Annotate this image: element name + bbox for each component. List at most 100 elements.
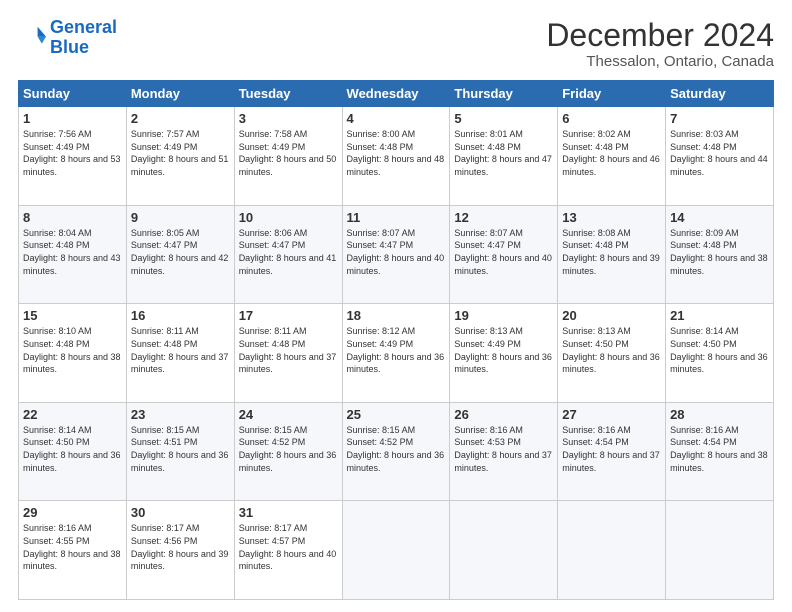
day-cell-13: 13Sunrise: 8:08 AMSunset: 4:48 PMDayligh… [558, 205, 666, 304]
header-wednesday: Wednesday [342, 81, 450, 107]
day-number: 9 [131, 210, 230, 225]
month-title: December 2024 [546, 18, 774, 53]
day-info: Sunrise: 8:15 AMSunset: 4:52 PMDaylight:… [347, 424, 446, 474]
calendar-week-row: 15Sunrise: 8:10 AMSunset: 4:48 PMDayligh… [19, 304, 774, 403]
day-info: Sunrise: 8:16 AMSunset: 4:54 PMDaylight:… [562, 424, 661, 474]
day-cell-8: 8Sunrise: 8:04 AMSunset: 4:48 PMDaylight… [19, 205, 127, 304]
day-number: 7 [670, 111, 769, 126]
day-number: 22 [23, 407, 122, 422]
day-info: Sunrise: 8:01 AMSunset: 4:48 PMDaylight:… [454, 128, 553, 178]
day-info: Sunrise: 8:12 AMSunset: 4:49 PMDaylight:… [347, 325, 446, 375]
day-info: Sunrise: 8:16 AMSunset: 4:55 PMDaylight:… [23, 522, 122, 572]
day-info: Sunrise: 8:04 AMSunset: 4:48 PMDaylight:… [23, 227, 122, 277]
header-thursday: Thursday [450, 81, 558, 107]
day-cell-29: 29 Sunrise: 8:16 AMSunset: 4:55 PMDayligh… [19, 501, 127, 600]
day-number: 24 [239, 407, 338, 422]
day-cell-5: 5 Sunrise: 8:01 AMSunset: 4:48 PMDaylight… [450, 107, 558, 206]
day-cell-19: 19 Sunrise: 8:13 AMSunset: 4:49 PMDayligh… [450, 304, 558, 403]
day-cell-24: 24Sunrise: 8:15 AMSunset: 4:52 PMDayligh… [234, 402, 342, 501]
calendar-week-row: 22 Sunrise: 8:14 AMSunset: 4:50 PMDayligh… [19, 402, 774, 501]
calendar-week-row: 1 Sunrise: 7:56 AMSunset: 4:49 PMDaylight… [19, 107, 774, 206]
day-info: Sunrise: 8:16 AMSunset: 4:53 PMDaylight:… [454, 424, 553, 474]
header-tuesday: Tuesday [234, 81, 342, 107]
day-cell-26: 26 Sunrise: 8:16 AMSunset: 4:53 PMDayligh… [450, 402, 558, 501]
logo-icon [18, 24, 46, 52]
location-subtitle: Thessalon, Ontario, Canada [546, 53, 774, 70]
logo-line1: General [50, 17, 117, 37]
header-monday: Monday [126, 81, 234, 107]
day-info: Sunrise: 8:03 AMSunset: 4:48 PMDaylight:… [670, 128, 769, 178]
day-number: 11 [347, 210, 446, 225]
day-cell-22: 22 Sunrise: 8:14 AMSunset: 4:50 PMDayligh… [19, 402, 127, 501]
header-sunday: Sunday [19, 81, 127, 107]
day-info: Sunrise: 8:14 AMSunset: 4:50 PMDaylight:… [670, 325, 769, 375]
day-cell-3: 3 Sunrise: 7:58 AMSunset: 4:49 PMDaylight… [234, 107, 342, 206]
calendar-week-row: 8Sunrise: 8:04 AMSunset: 4:48 PMDaylight… [19, 205, 774, 304]
day-number: 5 [454, 111, 553, 126]
day-number: 3 [239, 111, 338, 126]
day-cell-28: 28 Sunrise: 8:16 AMSunset: 4:54 PMDayligh… [666, 402, 774, 501]
day-info: Sunrise: 8:15 AMSunset: 4:51 PMDaylight:… [131, 424, 230, 474]
day-cell-14: 14 Sunrise: 8:09 AMSunset: 4:48 PMDayligh… [666, 205, 774, 304]
day-info: Sunrise: 8:11 AMSunset: 4:48 PMDaylight:… [131, 325, 230, 375]
day-cell-20: 20Sunrise: 8:13 AMSunset: 4:50 PMDayligh… [558, 304, 666, 403]
weekday-header-row: Sunday Monday Tuesday Wednesday Thursday… [19, 81, 774, 107]
day-info: Sunrise: 8:02 AMSunset: 4:48 PMDaylight:… [562, 128, 661, 178]
day-number: 26 [454, 407, 553, 422]
empty-cell [450, 501, 558, 600]
day-info: Sunrise: 8:06 AMSunset: 4:47 PMDaylight:… [239, 227, 338, 277]
day-cell-9: 9 Sunrise: 8:05 AMSunset: 4:47 PMDaylight… [126, 205, 234, 304]
day-info: Sunrise: 7:57 AMSunset: 4:49 PMDaylight:… [131, 128, 230, 178]
logo: General Blue [18, 18, 117, 58]
empty-cell [666, 501, 774, 600]
day-info: Sunrise: 7:58 AMSunset: 4:49 PMDaylight:… [239, 128, 338, 178]
day-number: 17 [239, 308, 338, 323]
day-cell-11: 11 Sunrise: 8:07 AMSunset: 4:47 PMDayligh… [342, 205, 450, 304]
day-number: 12 [454, 210, 553, 225]
day-cell-31: 31 Sunrise: 8:17 AMSunset: 4:57 PMDayligh… [234, 501, 342, 600]
calendar-table: Sunday Monday Tuesday Wednesday Thursday… [18, 80, 774, 600]
day-info: Sunrise: 8:13 AMSunset: 4:49 PMDaylight:… [454, 325, 553, 375]
day-cell-6: 6Sunrise: 8:02 AMSunset: 4:48 PMDaylight… [558, 107, 666, 206]
day-number: 19 [454, 308, 553, 323]
day-number: 1 [23, 111, 122, 126]
day-info: Sunrise: 8:05 AMSunset: 4:47 PMDaylight:… [131, 227, 230, 277]
header: General Blue December 2024 Thessalon, On… [18, 18, 774, 70]
day-info: Sunrise: 8:11 AMSunset: 4:48 PMDaylight:… [239, 325, 338, 375]
day-cell-10: 10 Sunrise: 8:06 AMSunset: 4:47 PMDayligh… [234, 205, 342, 304]
day-number: 4 [347, 111, 446, 126]
day-cell-7: 7 Sunrise: 8:03 AMSunset: 4:48 PMDaylight… [666, 107, 774, 206]
day-info: Sunrise: 8:00 AMSunset: 4:48 PMDaylight:… [347, 128, 446, 178]
day-number: 29 [23, 505, 122, 520]
day-number: 10 [239, 210, 338, 225]
day-number: 28 [670, 407, 769, 422]
logo-line2: Blue [50, 37, 89, 57]
day-cell-1: 1 Sunrise: 7:56 AMSunset: 4:49 PMDaylight… [19, 107, 127, 206]
day-info: Sunrise: 8:08 AMSunset: 4:48 PMDaylight:… [562, 227, 661, 277]
day-number: 30 [131, 505, 230, 520]
day-info: Sunrise: 8:07 AMSunset: 4:47 PMDaylight:… [347, 227, 446, 277]
day-info: Sunrise: 8:17 AMSunset: 4:57 PMDaylight:… [239, 522, 338, 572]
day-cell-4: 4 Sunrise: 8:00 AMSunset: 4:48 PMDaylight… [342, 107, 450, 206]
day-number: 21 [670, 308, 769, 323]
day-number: 25 [347, 407, 446, 422]
empty-cell [342, 501, 450, 600]
day-info: Sunrise: 7:56 AMSunset: 4:49 PMDaylight:… [23, 128, 122, 178]
page: General Blue December 2024 Thessalon, On… [0, 0, 792, 612]
day-number: 18 [347, 308, 446, 323]
day-cell-17: 17 Sunrise: 8:11 AMSunset: 4:48 PMDayligh… [234, 304, 342, 403]
day-info: Sunrise: 8:09 AMSunset: 4:48 PMDaylight:… [670, 227, 769, 277]
day-info: Sunrise: 8:14 AMSunset: 4:50 PMDaylight:… [23, 424, 122, 474]
day-info: Sunrise: 8:13 AMSunset: 4:50 PMDaylight:… [562, 325, 661, 375]
day-cell-15: 15Sunrise: 8:10 AMSunset: 4:48 PMDayligh… [19, 304, 127, 403]
day-number: 27 [562, 407, 661, 422]
day-info: Sunrise: 8:16 AMSunset: 4:54 PMDaylight:… [670, 424, 769, 474]
calendar-week-row: 29 Sunrise: 8:16 AMSunset: 4:55 PMDayligh… [19, 501, 774, 600]
empty-cell [558, 501, 666, 600]
day-info: Sunrise: 8:17 AMSunset: 4:56 PMDaylight:… [131, 522, 230, 572]
logo-text: General Blue [50, 18, 117, 58]
day-number: 16 [131, 308, 230, 323]
day-cell-23: 23Sunrise: 8:15 AMSunset: 4:51 PMDayligh… [126, 402, 234, 501]
day-number: 31 [239, 505, 338, 520]
day-number: 14 [670, 210, 769, 225]
